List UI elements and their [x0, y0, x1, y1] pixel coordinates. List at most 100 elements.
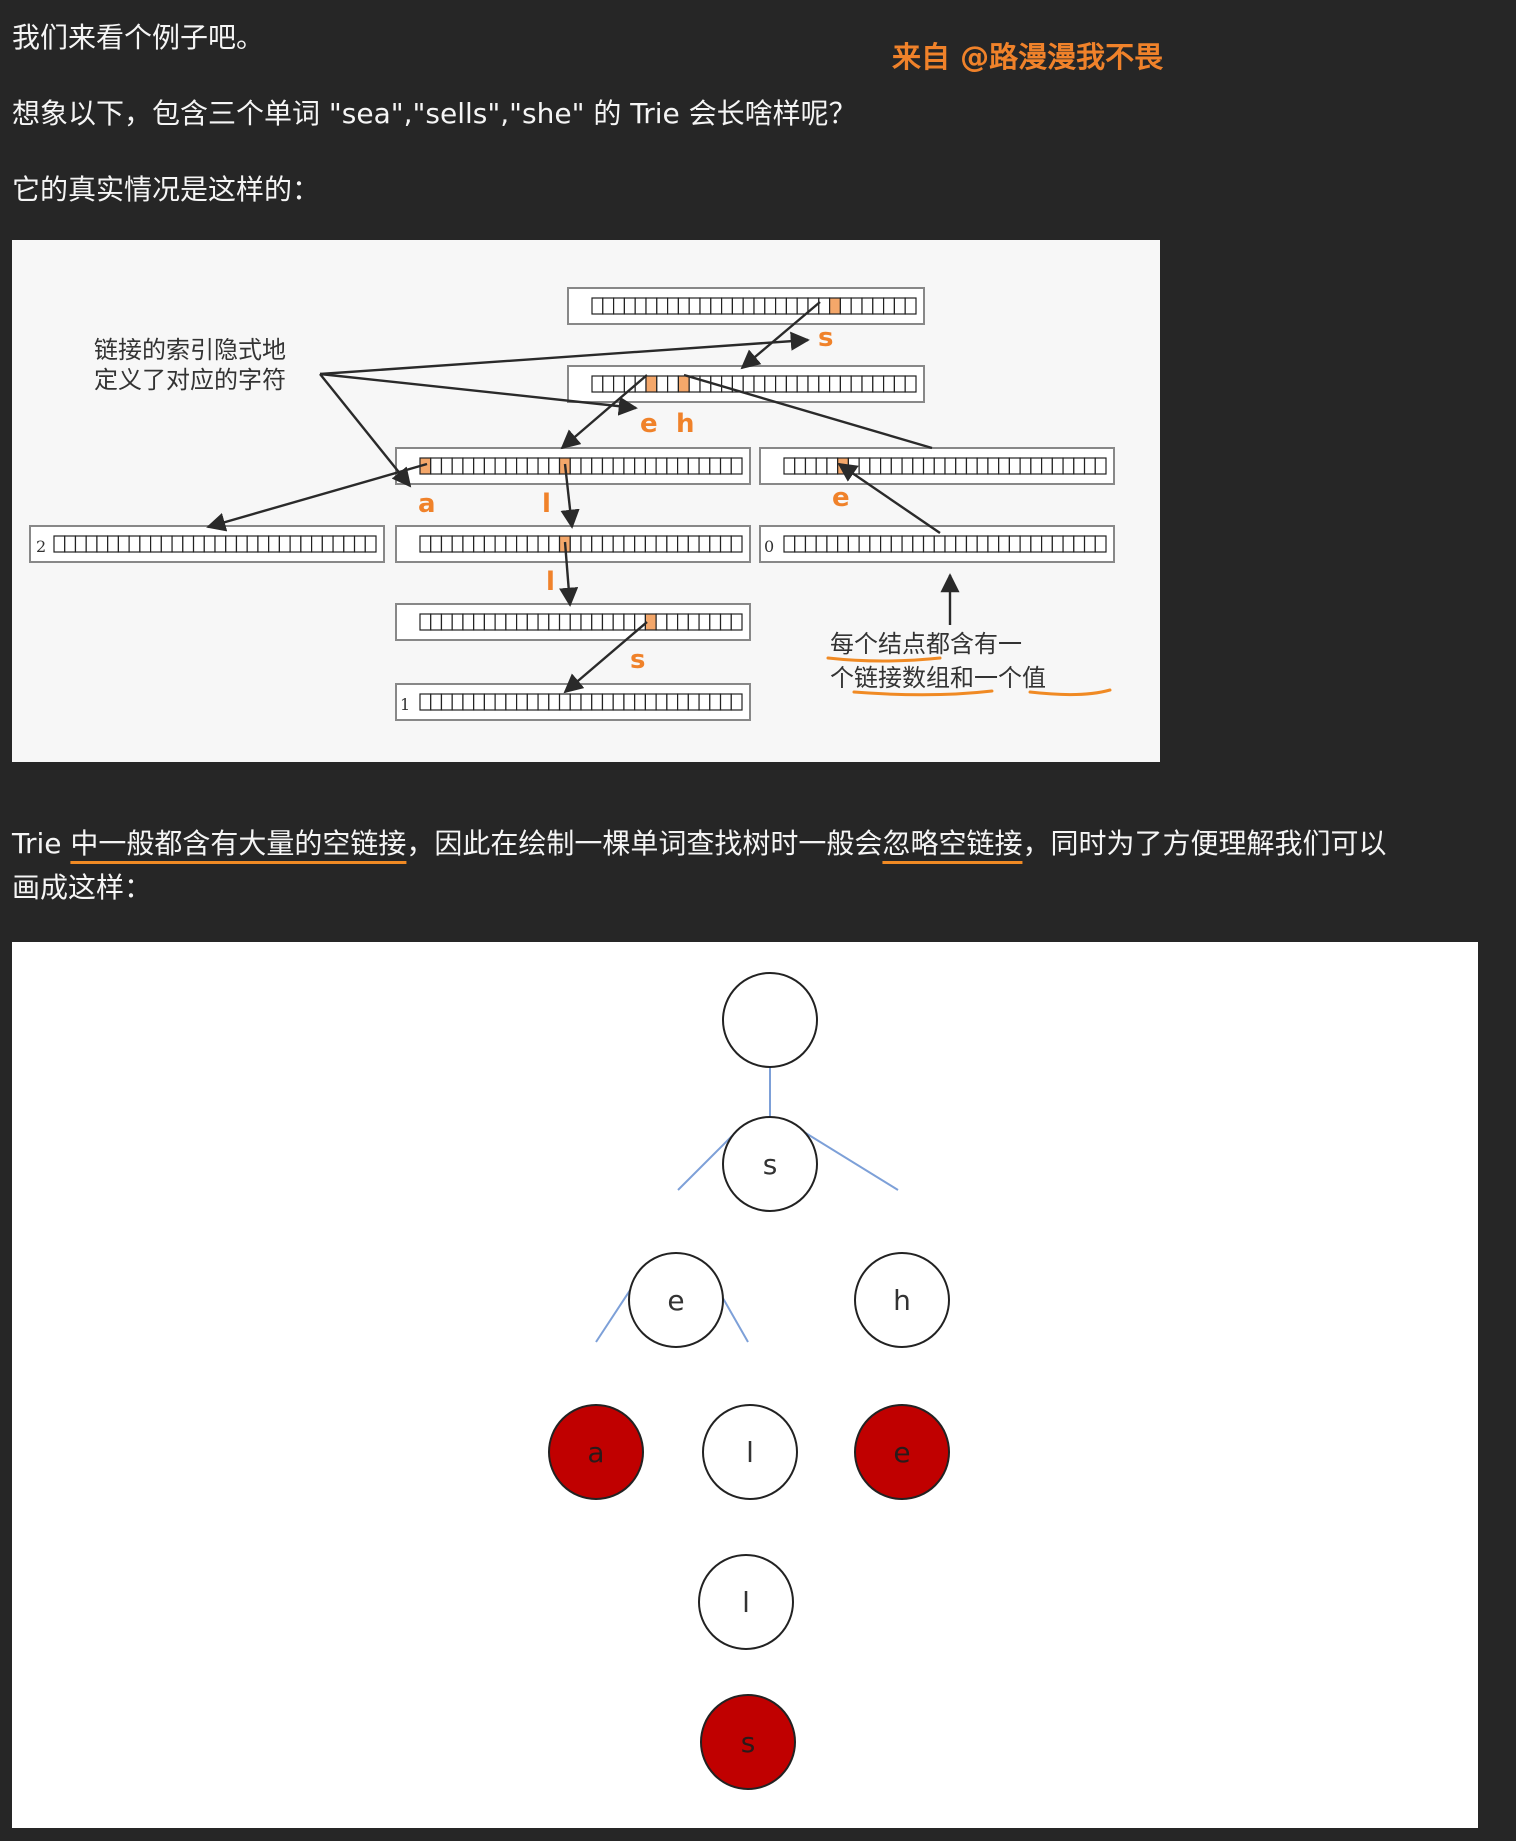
link-cell: [666, 297, 679, 315]
link-cell: [753, 375, 766, 393]
link-cell: [601, 693, 614, 711]
link-cell: [548, 613, 561, 631]
link-cell: [676, 613, 689, 631]
link-cell: [815, 535, 828, 553]
text-many-null-links: 中一般都含有大量的空链接: [70, 827, 407, 860]
link-cell: [720, 297, 733, 315]
link-cell: [699, 297, 712, 315]
link-cell-active: [644, 613, 657, 631]
underline-mark-1: [826, 656, 942, 663]
link-cell: [64, 535, 77, 553]
link-cell: [847, 535, 860, 553]
link-cell: [644, 535, 657, 553]
link-cell: [440, 535, 453, 553]
link-cell: [764, 297, 777, 315]
letter-l-1: l: [542, 489, 551, 519]
link-cell: [494, 457, 507, 475]
link-cell: [1019, 457, 1032, 475]
link-cell: [882, 375, 895, 393]
link-cell: [655, 535, 668, 553]
link-cell: [676, 693, 689, 711]
link-cell: [107, 535, 119, 553]
link-cell: [987, 457, 1000, 475]
link-cell: [764, 375, 777, 393]
link-cell: [558, 693, 571, 711]
link-cell: [869, 535, 882, 553]
link-cell: [591, 297, 604, 315]
link-cell: [730, 693, 743, 711]
link-cell: [1040, 457, 1053, 475]
node-label-e2: e: [893, 1436, 910, 1469]
link-cell: [343, 535, 356, 553]
link-cell: [1051, 535, 1064, 553]
link-cell: [526, 693, 539, 711]
link-cell: [794, 535, 807, 553]
node-label-l1: l: [746, 1436, 754, 1469]
link-cell: [462, 457, 475, 475]
link-cell: [623, 457, 636, 475]
link-cell-active: [677, 375, 690, 393]
link-cell: [1073, 535, 1086, 553]
paragraph-question: 想象以下，包含三个单词 "sea","sells","she" 的 Trie 会…: [12, 97, 857, 130]
link-cell: [558, 613, 571, 631]
paragraph-real: 它的真实情况是这样的：: [12, 173, 321, 206]
link-cell: [698, 535, 711, 553]
link-cell: [430, 457, 443, 475]
link-cell: [719, 693, 732, 711]
link-cell: [612, 297, 625, 315]
link-cell: [676, 535, 689, 553]
link-cell: [858, 457, 871, 475]
link-cell: [666, 535, 679, 553]
link-cell: [1040, 535, 1053, 553]
link-cell: [730, 535, 743, 553]
link-cell: [753, 297, 766, 315]
link-cell: [139, 535, 152, 553]
link-cell: [998, 535, 1010, 553]
link-cell: [710, 297, 723, 315]
link-cell: [623, 693, 636, 711]
link-cell: [890, 535, 903, 553]
link-cell: [483, 457, 496, 475]
link-cell: [804, 535, 817, 553]
link-cell: [473, 535, 486, 553]
link-cell: [580, 535, 593, 553]
link-cell: [451, 457, 464, 475]
link-cell: [289, 535, 302, 553]
link-cell: [505, 535, 518, 553]
value-1: 1: [400, 695, 410, 714]
node-label-h: h: [893, 1284, 911, 1317]
link-cell: [634, 297, 647, 315]
text-for-understanding: ，同时为了方便理解我们可以: [1022, 827, 1387, 860]
link-cell: [904, 375, 917, 393]
link-cell: [666, 693, 679, 711]
letter-e-2: e: [832, 483, 850, 513]
link-cell: [944, 457, 957, 475]
link-cell: [796, 297, 809, 315]
link-cell: [591, 375, 604, 393]
arrow-a-to-node2: [206, 462, 428, 532]
annotation-left-line1: 链接的索引隐式地: [94, 336, 286, 364]
link-cell: [473, 457, 486, 475]
letter-s-top: s: [818, 323, 833, 353]
link-cell: [872, 297, 885, 315]
link-cell: [483, 535, 496, 553]
paragraph-ignore-null: Trie 中一般都含有大量的空链接，因此在绘制一棵单词查找树时一般会忽略空链接，…: [12, 826, 1386, 862]
link-cell: [623, 297, 636, 315]
link-cell: [818, 297, 831, 315]
link-cell: [944, 535, 957, 553]
link-cell: [719, 613, 732, 631]
link-cell: [644, 693, 657, 711]
link-cell: [976, 457, 989, 475]
link-cell: [74, 535, 87, 553]
link-cell: [709, 693, 722, 711]
link-cell: [462, 693, 475, 711]
text-ignore-null: 忽略空链接: [882, 827, 1023, 860]
node-label-a: a: [587, 1436, 604, 1469]
link-cell: [687, 457, 700, 475]
link-cell: [666, 457, 679, 475]
link-cell: [774, 375, 787, 393]
link-cell: [569, 457, 582, 475]
link-cell: [666, 613, 679, 631]
link-cell: [160, 535, 173, 553]
link-cell: [353, 535, 366, 553]
